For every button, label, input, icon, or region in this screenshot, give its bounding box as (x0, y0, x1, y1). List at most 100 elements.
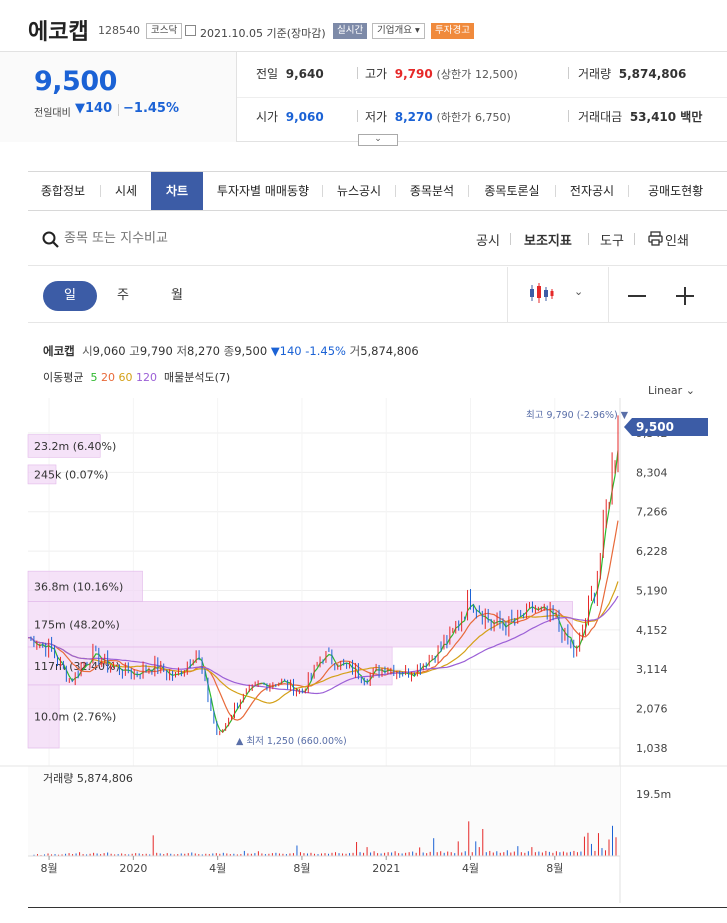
volume-max-label: 19.5m (636, 788, 671, 801)
volume-profile-label: 117m (32.40%) (34, 660, 120, 673)
x-tick-label: 4월 (209, 862, 226, 875)
warning-badge: 투자경고 (431, 23, 474, 39)
tab-divider (395, 185, 396, 197)
y-tick-label: 7,266 (636, 506, 668, 519)
search-icon[interactable] (42, 231, 60, 249)
change-percent: −1.45% (123, 101, 179, 116)
prev-close: 전일 9,640 (256, 65, 324, 82)
ma-legend: 이동평균 5 20 60 120 매물분석도(7) (43, 369, 230, 385)
zoom-out-icon[interactable] (628, 295, 646, 297)
y-tick-label: 1,038 (636, 742, 668, 755)
info-low-label: 저 (176, 344, 188, 358)
volume-label: 거래량 5,874,806 (43, 772, 133, 785)
divider (118, 104, 119, 116)
stock-header: 에코캡 128540 코스닥 2021.10.05 기준(장마감) 실시간 기업… (0, 0, 727, 52)
info-high-label: 고 (129, 344, 140, 358)
divider (634, 233, 635, 245)
change-value: ▼140 (75, 101, 113, 116)
tab-news[interactable]: 뉴스공시 (324, 172, 394, 210)
compare-search-input[interactable] (64, 226, 264, 250)
info-close-label: 종 (223, 344, 235, 358)
candlestick-type-icon[interactable] (528, 281, 554, 307)
volume-profile-label: 10.0m (2.76%) (34, 710, 116, 723)
open-value: 9,060 (285, 110, 324, 124)
chevron-down-icon[interactable]: ⌄ (574, 285, 583, 298)
tab-chart[interactable]: 차트 (151, 172, 203, 210)
realtime-badge[interactable]: 실시간 (333, 23, 368, 39)
ma5-legend: 5 (90, 371, 98, 384)
chart-toolbar: 공시 보조지표 도구 인쇄 (28, 212, 727, 266)
prev-close-label: 전일 (256, 67, 279, 81)
printer-icon[interactable] (648, 231, 663, 246)
ma-label[interactable]: 이동평균 (43, 371, 83, 384)
quote-panel: 9,500 전일대비 ▼140 −1.45% 전일 9,640 고가 9,790… (0, 52, 727, 142)
info-percent: -1.45% (305, 344, 346, 358)
period-week-button[interactable]: 주 (106, 281, 140, 311)
price-annotations: 최고 9,790 (-2.96%) ▼ ▲ 최저 1,250 (660.00%) (236, 410, 629, 747)
change-label: 전일대비 (34, 108, 71, 119)
info-volume-label: 거 (349, 344, 361, 358)
tab-summary[interactable]: 종합정보 (28, 172, 98, 210)
tab-divider (322, 185, 323, 197)
upper-limit-value: 12,500) (475, 68, 518, 81)
tools-button[interactable]: 도구 (600, 230, 624, 249)
divider (357, 110, 358, 122)
trade-amount: 거래대금 53,410 백만 (578, 108, 702, 125)
period-row: 일 주 월 ⌄ (28, 267, 727, 323)
y-tick-label: 2,076 (636, 703, 668, 716)
lower-limit-value: 6,750) (475, 111, 511, 124)
tab-quote[interactable]: 시세 (102, 172, 150, 210)
expand-toggle[interactable]: ⌄ (358, 134, 398, 146)
volume-profile-label: 175m (48.20%) (34, 618, 120, 631)
ma60-legend: 60 (118, 371, 133, 384)
high-value: 9,790 (394, 67, 433, 81)
y-axis: 9,3428,3047,2666,2285,1904,1523,1142,076… (624, 418, 708, 755)
x-tick-label: 2020 (119, 862, 147, 875)
x-tick-label: 2021 (372, 862, 400, 875)
chevron-down-icon: ⌄ (685, 384, 695, 397)
company-info-button[interactable]: 기업개요 ▾ (372, 23, 425, 39)
tab-short-selling[interactable]: 공매도현황 (630, 172, 712, 210)
period-month-button[interactable]: 월 (160, 281, 194, 311)
x-tick-label: 4월 (462, 862, 479, 875)
lower-limit-label: (하한가 (436, 111, 472, 124)
tab-discussion[interactable]: 종목토론실 (470, 172, 554, 210)
y-tick-label: 8,304 (636, 466, 668, 479)
bottom-divider (28, 907, 727, 908)
period-day-button[interactable]: 일 (43, 281, 97, 311)
volume-panel: 거래량 5,874,806 19.5m (0, 765, 727, 856)
high-label: 고가 (365, 67, 388, 81)
prev-close-value: 9,640 (285, 67, 324, 81)
info-open: 9,060 (92, 344, 126, 358)
divider (507, 267, 508, 323)
tab-disclosure[interactable]: 전자공시 (557, 172, 627, 210)
amount-value: 53,410 백만 (629, 110, 703, 124)
volume-profile-label: 36.8m (10.16%) (34, 580, 123, 593)
tab-divider (555, 185, 556, 197)
disclosure-button[interactable]: 공시 (476, 230, 500, 249)
y-tick-label: 6,228 (636, 545, 668, 558)
x-axis: 8월 2020 4월 8월 2021 4월 8월 (28, 855, 620, 875)
scale-selector[interactable]: Linear ⌄ (648, 384, 695, 397)
low-price: 저가 8,270 (하한가 6,750) (365, 108, 511, 125)
stock-name: 에코캡 (28, 20, 89, 45)
volume-profile-label[interactable]: 매물분석도(7) (164, 371, 230, 384)
high-annotation: 최고 9,790 (-2.96%) ▼ (526, 410, 629, 421)
info-stock-name: 에코캡 (43, 344, 75, 358)
divider (568, 67, 569, 79)
x-tick-label: 8월 (293, 862, 310, 875)
upper-limit-label: (상한가 (436, 68, 472, 81)
price-chart[interactable]: 23.2m (6.40%) 245k (0.07%) 36.8m (10.16%) 1… (0, 398, 727, 903)
tab-analysis[interactable]: 종목분석 (397, 172, 467, 210)
y-tick-label: 4,152 (636, 624, 668, 637)
indicator-button[interactable]: 보조지표 (524, 230, 572, 249)
tab-investor[interactable]: 투자자별 매매동향 (205, 172, 321, 210)
volume: 거래량 5,874,806 (578, 65, 686, 82)
divider (588, 233, 589, 245)
scale-label: Linear (648, 384, 683, 397)
current-price-label: 9,500 (636, 420, 674, 434)
open-label: 시가 (256, 110, 279, 124)
high-price: 고가 9,790 (상한가 12,500) (365, 65, 518, 82)
tab-bar: 종합정보 시세 차트 투자자별 매매동향 뉴스공시 종목분석 종목토론실 전자공… (28, 171, 727, 211)
print-button[interactable]: 인쇄 (665, 230, 689, 249)
